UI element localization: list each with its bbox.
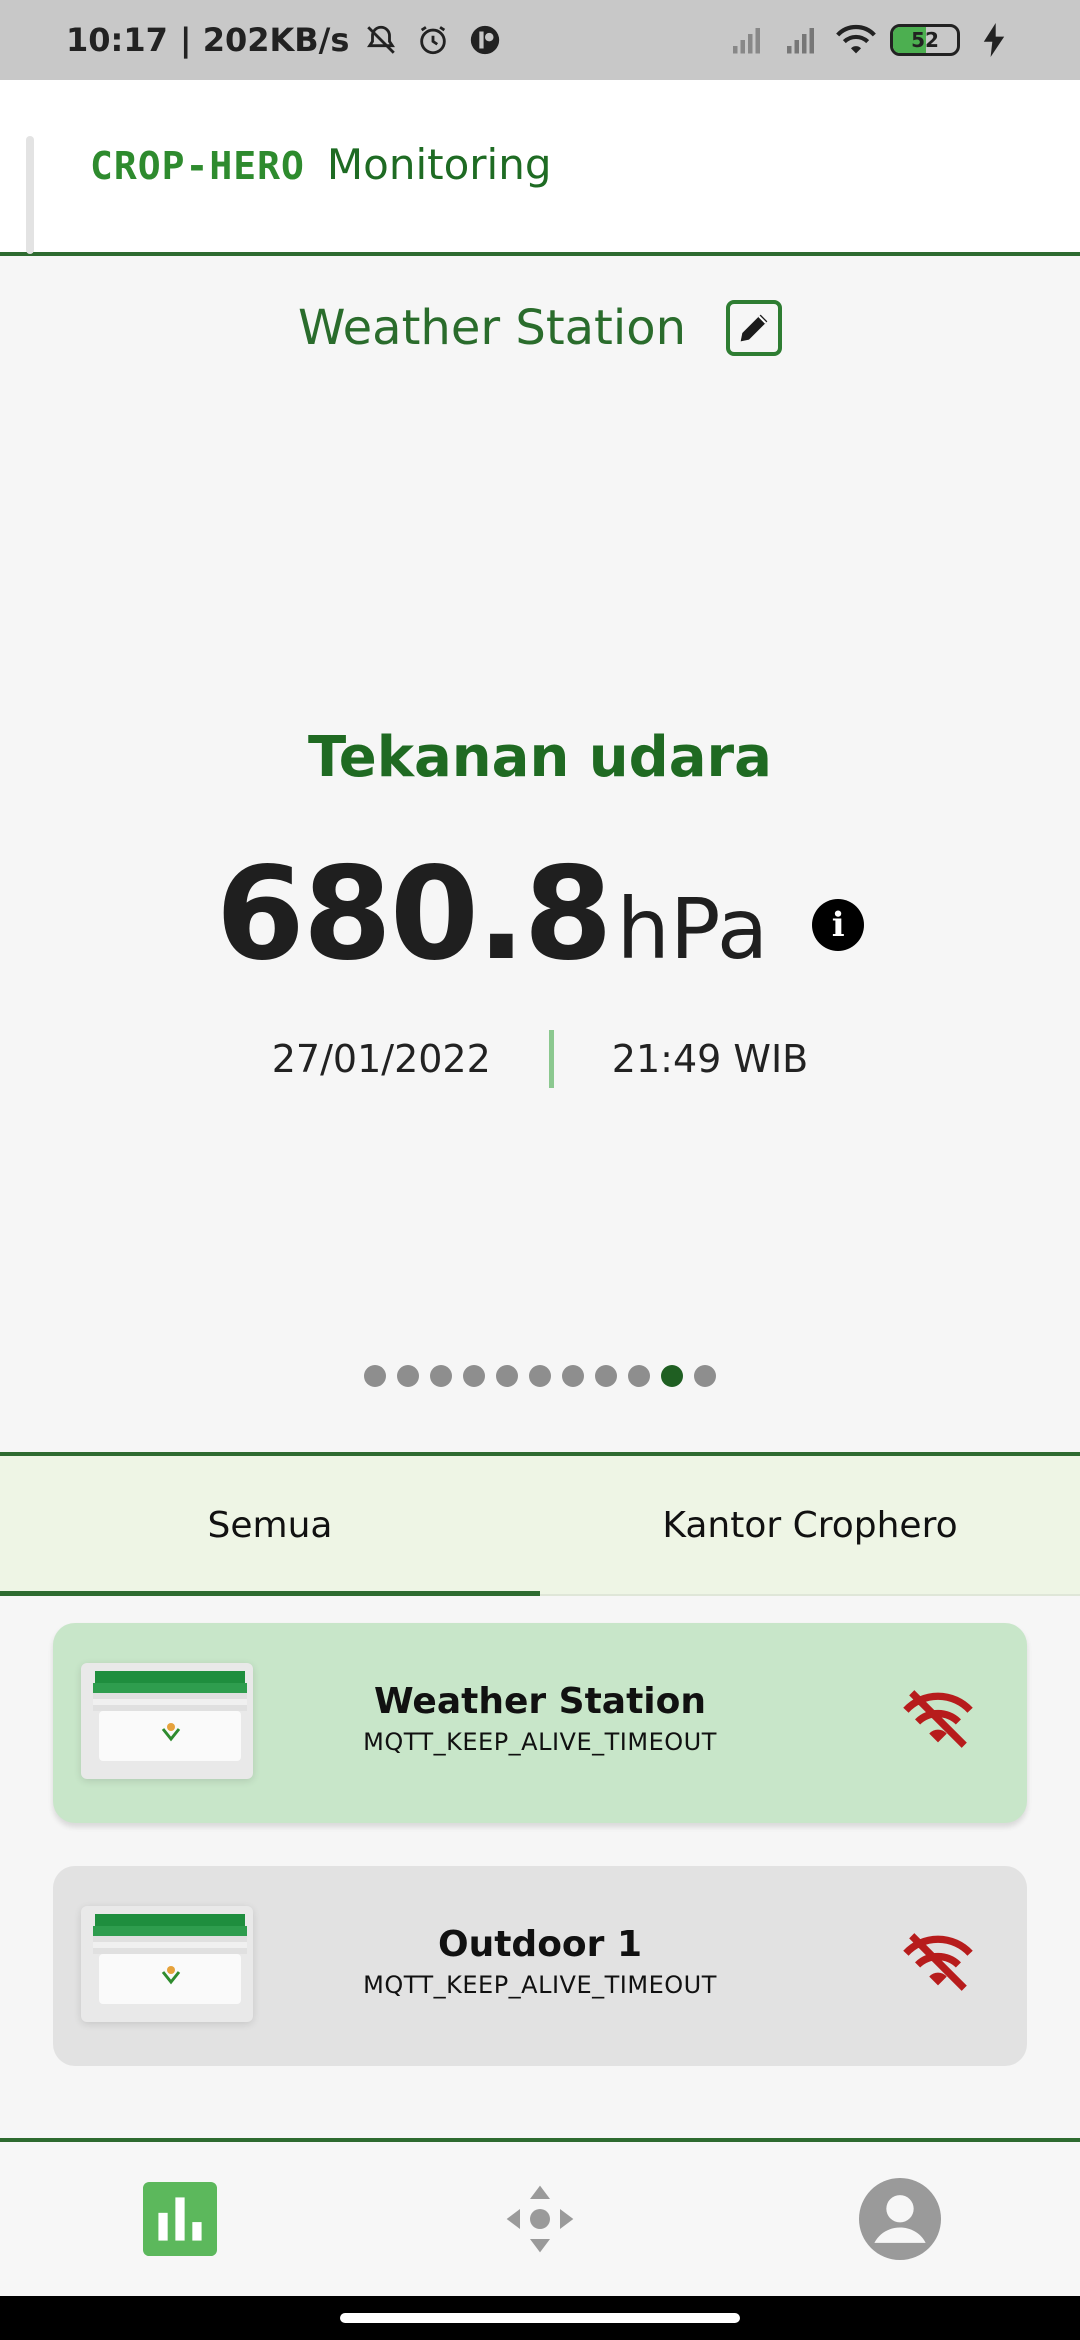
pager-dot[interactable] bbox=[562, 1365, 584, 1387]
status-time: 10:17 bbox=[66, 21, 168, 59]
device-name: Outdoor 1 bbox=[437, 1924, 642, 1965]
signal-off-icon bbox=[728, 20, 768, 60]
reading-row: 680.8 hPa i bbox=[0, 840, 1080, 989]
pager-dot-active[interactable] bbox=[661, 1365, 683, 1387]
bar-chart-icon bbox=[143, 2182, 217, 2256]
pager-dot[interactable] bbox=[628, 1365, 650, 1387]
account-circle-icon bbox=[859, 2178, 941, 2260]
gesture-bar bbox=[0, 2296, 1080, 2340]
bell-off-icon bbox=[361, 20, 401, 60]
bottom-navigation bbox=[0, 2138, 1080, 2296]
device-status: MQTT_KEEP_ALIVE_TIMEOUT bbox=[363, 1971, 717, 1999]
station-title: Weather Station bbox=[297, 300, 686, 356]
wifi-off-icon bbox=[903, 1690, 973, 1748]
app-bar: CROP-HERO Monitoring bbox=[0, 80, 1080, 256]
device-info: Weather Station MQTT_KEEP_ALIVE_TIMEOUT bbox=[53, 1681, 1027, 1756]
timestamp-divider bbox=[548, 1030, 554, 1088]
brand: CROP-HERO Monitoring bbox=[90, 140, 552, 189]
nav-control[interactable] bbox=[360, 2142, 720, 2296]
device-card-outdoor-1[interactable]: Outdoor 1 MQTT_KEEP_ALIVE_TIMEOUT bbox=[53, 1866, 1027, 2066]
home-indicator[interactable] bbox=[340, 2313, 740, 2323]
reading-unit: hPa bbox=[616, 880, 769, 978]
charging-bolt-icon bbox=[974, 20, 1014, 60]
wifi-off-icon bbox=[903, 1933, 973, 1991]
reading-value: 680.8 bbox=[215, 840, 613, 989]
device-name: Weather Station bbox=[373, 1681, 706, 1722]
device-status: MQTT_KEEP_ALIVE_TIMEOUT bbox=[363, 1728, 717, 1756]
location-tabs: Semua Kantor Crophero bbox=[0, 1452, 1080, 1596]
move-arrows-icon bbox=[506, 2185, 574, 2253]
pager-dot[interactable] bbox=[463, 1365, 485, 1387]
pager-dot[interactable] bbox=[529, 1365, 551, 1387]
status-bar: 10:17 | 202KB/s 52 bbox=[0, 0, 1080, 80]
tab-kantor-crophero[interactable]: Kantor Crophero bbox=[540, 1456, 1080, 1594]
edit-station-button[interactable] bbox=[726, 300, 782, 356]
device-card-weather-station[interactable]: Weather Station MQTT_KEEP_ALIVE_TIMEOUT bbox=[53, 1623, 1027, 1823]
device-info: Outdoor 1 MQTT_KEEP_ALIVE_TIMEOUT bbox=[53, 1924, 1027, 1999]
brand-logo: CROP-HERO bbox=[90, 144, 305, 188]
wifi-icon bbox=[836, 20, 876, 60]
app-title: Monitoring bbox=[326, 140, 552, 189]
app-notification-icon bbox=[465, 20, 505, 60]
pencil-icon bbox=[740, 314, 768, 342]
pager-indicator[interactable] bbox=[0, 1365, 1080, 1387]
battery-indicator: 52 bbox=[890, 24, 960, 56]
tab-semua[interactable]: Semua bbox=[0, 1456, 540, 1596]
battery-level: 52 bbox=[911, 28, 939, 52]
signal-icon bbox=[782, 20, 822, 60]
reading-date: 27/01/2022 bbox=[271, 1037, 491, 1081]
drawer-handle[interactable] bbox=[26, 136, 34, 254]
status-net-speed: | 202KB/s bbox=[179, 21, 350, 59]
pager-dot[interactable] bbox=[694, 1365, 716, 1387]
alarm-icon bbox=[413, 20, 453, 60]
reading-label: Tekanan udara bbox=[308, 725, 772, 790]
pager-dot[interactable] bbox=[595, 1365, 617, 1387]
pager-dot[interactable] bbox=[364, 1365, 386, 1387]
pager-dot[interactable] bbox=[430, 1365, 452, 1387]
station-header: Weather Station bbox=[0, 300, 1080, 356]
info-icon[interactable]: i bbox=[812, 898, 865, 951]
reading-timestamp: 27/01/2022 21:49 WIB bbox=[0, 1030, 1080, 1088]
reading-time: 21:49 WIB bbox=[611, 1037, 809, 1081]
nav-profile[interactable] bbox=[720, 2142, 1080, 2296]
nav-dashboard[interactable] bbox=[0, 2142, 360, 2296]
pager-dot[interactable] bbox=[496, 1365, 518, 1387]
pager-dot[interactable] bbox=[397, 1365, 419, 1387]
